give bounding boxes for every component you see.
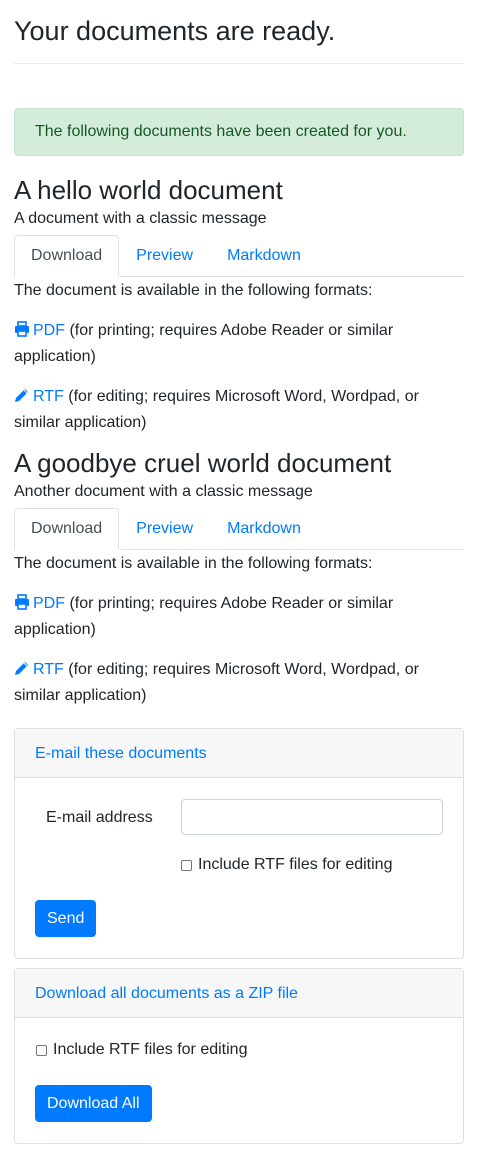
document-tabs: Download Preview Markdown (14, 508, 464, 550)
email-label: E-mail address (46, 809, 153, 826)
document-section: A goodbye cruel world document Another d… (14, 446, 464, 708)
title-divider (14, 63, 464, 64)
pdf-link[interactable]: PDF (14, 594, 65, 612)
zip-include-rtf-row: Include RTF files for editing (36, 1038, 247, 1062)
tab-markdown[interactable]: Markdown (210, 508, 318, 550)
zip-card-body: Include RTF files for editing Download A… (15, 1018, 463, 1143)
pdf-link-label: PDF (33, 595, 65, 612)
zip-include-rtf-label: Include RTF files for editing (53, 1041, 248, 1058)
success-alert: The following documents have been create… (14, 108, 464, 156)
format-pdf: PDF (for printing; requires Adobe Reader… (14, 319, 464, 369)
formats-intro: The document is available in the followi… (14, 555, 373, 572)
formats-intro: The document is available in the followi… (14, 282, 373, 299)
include-rtf-checkbox[interactable] (181, 859, 192, 871)
tab-preview[interactable]: Preview (119, 235, 210, 277)
rtf-link[interactable]: RTF (14, 388, 64, 405)
page: Your documents are ready. The following … (14, 0, 464, 1144)
download-all-button[interactable]: Download All (35, 1085, 152, 1122)
printer-icon (14, 594, 30, 618)
tab-download[interactable]: Download (14, 508, 120, 550)
include-rtf-label: Include RTF files for editing (198, 856, 393, 873)
printer-icon (14, 321, 30, 345)
email-card-body: E-mail address Include RTF files for edi… (15, 778, 463, 958)
rtf-note: (for editing; requires Microsoft Word, W… (14, 661, 419, 704)
format-rtf: RTF (for editing; requires Microsoft Wor… (14, 385, 464, 435)
tab-preview[interactable]: Preview (119, 508, 210, 550)
page-title: Your documents are ready. (14, 16, 336, 46)
document-tabs: Download Preview Markdown (14, 235, 464, 277)
tab-download[interactable]: Download (14, 235, 120, 277)
zip-card: Download all documents as a ZIP file Inc… (14, 968, 464, 1144)
pdf-note: (for printing; requires Adobe Reader or … (14, 595, 394, 638)
rtf-link[interactable]: RTF (14, 661, 64, 678)
tab-markdown[interactable]: Markdown (210, 235, 318, 277)
document-title: A goodbye cruel world document (14, 448, 392, 478)
zip-card-header[interactable]: Download all documents as a ZIP file (15, 969, 463, 1018)
document-description: Another document with a classic message (14, 483, 313, 500)
rtf-note: (for editing; requires Microsoft Word, W… (14, 388, 419, 431)
email-input[interactable] (181, 799, 443, 835)
rtf-link-label: RTF (33, 388, 64, 405)
rtf-link-label: RTF (33, 661, 64, 678)
document-section: A hello world document A document with a… (14, 173, 464, 435)
pdf-link-label: PDF (33, 322, 65, 339)
email-card: E-mail these documents E-mail address In… (14, 728, 464, 959)
include-rtf-row: Include RTF files for editing (181, 853, 392, 877)
pencil-icon (14, 660, 30, 684)
format-pdf: PDF (for printing; requires Adobe Reader… (14, 592, 464, 642)
pdf-note: (for printing; requires Adobe Reader or … (14, 322, 394, 365)
send-button[interactable]: Send (35, 900, 97, 937)
format-rtf: RTF (for editing; requires Microsoft Wor… (14, 658, 464, 708)
document-title: A hello world document (14, 175, 283, 205)
pencil-icon (14, 387, 30, 411)
pdf-link[interactable]: PDF (14, 321, 65, 339)
email-card-header[interactable]: E-mail these documents (15, 729, 463, 778)
zip-include-rtf-checkbox[interactable] (36, 1044, 47, 1056)
document-description: A document with a classic message (14, 210, 267, 227)
